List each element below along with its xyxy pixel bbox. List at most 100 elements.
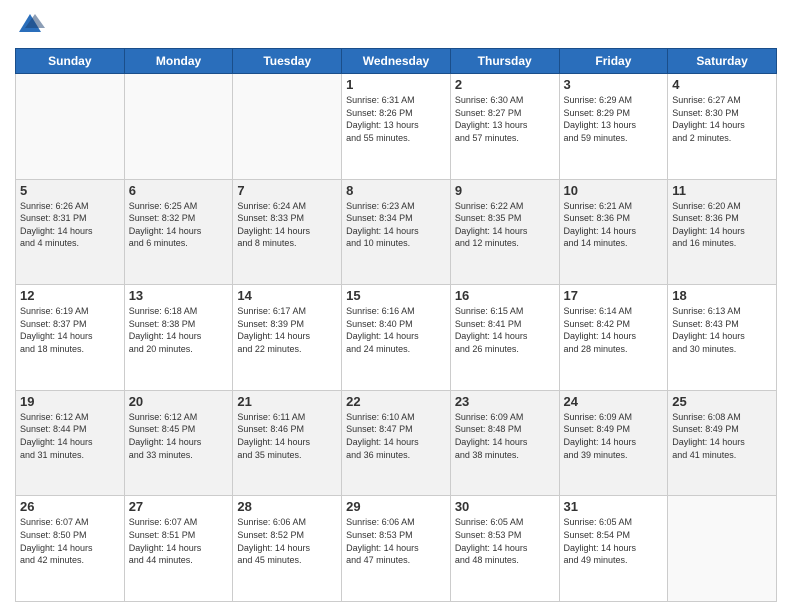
day-info: Sunrise: 6:09 AM Sunset: 8:48 PM Dayligh… (455, 411, 555, 461)
day-number: 4 (672, 77, 772, 92)
table-row: 4 Sunrise: 6:27 AM Sunset: 8:30 PM Daylig… (668, 74, 777, 180)
day-number: 20 (129, 394, 229, 409)
day-number: 14 (237, 288, 337, 303)
table-row: 30 Sunrise: 6:05 AM Sunset: 8:53 PM Dayli… (450, 496, 559, 602)
table-row: 25 Sunrise: 6:08 AM Sunset: 8:49 PM Dayli… (668, 390, 777, 496)
day-number: 28 (237, 499, 337, 514)
day-info: Sunrise: 6:26 AM Sunset: 8:31 PM Dayligh… (20, 200, 120, 250)
day-number: 18 (672, 288, 772, 303)
day-info: Sunrise: 6:07 AM Sunset: 8:51 PM Dayligh… (129, 516, 229, 566)
table-row: 26 Sunrise: 6:07 AM Sunset: 8:50 PM Dayli… (16, 496, 125, 602)
day-number: 21 (237, 394, 337, 409)
table-row: 18 Sunrise: 6:13 AM Sunset: 8:43 PM Dayli… (668, 285, 777, 391)
day-info: Sunrise: 6:08 AM Sunset: 8:49 PM Dayligh… (672, 411, 772, 461)
day-info: Sunrise: 6:05 AM Sunset: 8:53 PM Dayligh… (455, 516, 555, 566)
day-info: Sunrise: 6:29 AM Sunset: 8:29 PM Dayligh… (564, 94, 664, 144)
calendar-table: Sunday Monday Tuesday Wednesday Thursday… (15, 48, 777, 602)
logo (15, 10, 49, 40)
day-info: Sunrise: 6:12 AM Sunset: 8:44 PM Dayligh… (20, 411, 120, 461)
day-info: Sunrise: 6:17 AM Sunset: 8:39 PM Dayligh… (237, 305, 337, 355)
table-row: 2 Sunrise: 6:30 AM Sunset: 8:27 PM Daylig… (450, 74, 559, 180)
table-row: 23 Sunrise: 6:09 AM Sunset: 8:48 PM Dayli… (450, 390, 559, 496)
day-number: 27 (129, 499, 229, 514)
day-info: Sunrise: 6:24 AM Sunset: 8:33 PM Dayligh… (237, 200, 337, 250)
calendar-week-row: 12 Sunrise: 6:19 AM Sunset: 8:37 PM Dayli… (16, 285, 777, 391)
table-row (124, 74, 233, 180)
table-row: 10Sunrise: 6:21 AM Sunset: 8:36 PM Dayli… (559, 179, 668, 285)
header-thursday: Thursday (450, 49, 559, 74)
day-info: Sunrise: 6:27 AM Sunset: 8:30 PM Dayligh… (672, 94, 772, 144)
header-tuesday: Tuesday (233, 49, 342, 74)
table-row: 16Sunrise: 6:15 AM Sunset: 8:41 PM Dayli… (450, 285, 559, 391)
day-info: Sunrise: 6:12 AM Sunset: 8:45 PM Dayligh… (129, 411, 229, 461)
day-number: 15 (346, 288, 446, 303)
day-number: 24 (564, 394, 664, 409)
day-number: 5 (20, 183, 120, 198)
table-row: 14 Sunrise: 6:17 AM Sunset: 8:39 PM Dayli… (233, 285, 342, 391)
day-number: 17 (564, 288, 664, 303)
weekday-header-row: Sunday Monday Tuesday Wednesday Thursday… (16, 49, 777, 74)
table-row: 17 Sunrise: 6:14 AM Sunset: 8:42 PM Dayli… (559, 285, 668, 391)
day-info: Sunrise: 6:13 AM Sunset: 8:43 PM Dayligh… (672, 305, 772, 355)
table-row (16, 74, 125, 180)
table-row: 24Sunrise: 6:09 AM Sunset: 8:49 PM Dayli… (559, 390, 668, 496)
day-info: Sunrise: 6:31 AM Sunset: 8:26 PM Dayligh… (346, 94, 446, 144)
day-info: Sunrise: 6:19 AM Sunset: 8:37 PM Dayligh… (20, 305, 120, 355)
table-row: 15Sunrise: 6:16 AM Sunset: 8:40 PM Dayli… (342, 285, 451, 391)
day-number: 10 (564, 183, 664, 198)
day-number: 1 (346, 77, 446, 92)
table-row: 28 Sunrise: 6:06 AM Sunset: 8:52 PM Dayli… (233, 496, 342, 602)
table-row: 6 Sunrise: 6:25 AM Sunset: 8:32 PM Daylig… (124, 179, 233, 285)
table-row: 5 Sunrise: 6:26 AM Sunset: 8:31 PM Daylig… (16, 179, 125, 285)
header-wednesday: Wednesday (342, 49, 451, 74)
table-row: 3Sunrise: 6:29 AM Sunset: 8:29 PM Daylig… (559, 74, 668, 180)
day-info: Sunrise: 6:06 AM Sunset: 8:52 PM Dayligh… (237, 516, 337, 566)
day-info: Sunrise: 6:23 AM Sunset: 8:34 PM Dayligh… (346, 200, 446, 250)
header-saturday: Saturday (668, 49, 777, 74)
page: Sunday Monday Tuesday Wednesday Thursday… (0, 0, 792, 612)
table-row: 1 Sunrise: 6:31 AM Sunset: 8:26 PM Daylig… (342, 74, 451, 180)
day-number: 12 (20, 288, 120, 303)
day-info: Sunrise: 6:07 AM Sunset: 8:50 PM Dayligh… (20, 516, 120, 566)
day-number: 8 (346, 183, 446, 198)
day-number: 23 (455, 394, 555, 409)
day-number: 2 (455, 77, 555, 92)
calendar-week-row: 1 Sunrise: 6:31 AM Sunset: 8:26 PM Daylig… (16, 74, 777, 180)
table-row: 21 Sunrise: 6:11 AM Sunset: 8:46 PM Dayli… (233, 390, 342, 496)
table-row (668, 496, 777, 602)
table-row: 9 Sunrise: 6:22 AM Sunset: 8:35 PM Daylig… (450, 179, 559, 285)
day-number: 31 (564, 499, 664, 514)
day-info: Sunrise: 6:22 AM Sunset: 8:35 PM Dayligh… (455, 200, 555, 250)
day-number: 30 (455, 499, 555, 514)
day-info: Sunrise: 6:25 AM Sunset: 8:32 PM Dayligh… (129, 200, 229, 250)
day-number: 25 (672, 394, 772, 409)
table-row (233, 74, 342, 180)
logo-icon (15, 10, 45, 40)
day-number: 11 (672, 183, 772, 198)
day-info: Sunrise: 6:20 AM Sunset: 8:36 PM Dayligh… (672, 200, 772, 250)
day-info: Sunrise: 6:05 AM Sunset: 8:54 PM Dayligh… (564, 516, 664, 566)
day-number: 22 (346, 394, 446, 409)
calendar-week-row: 5 Sunrise: 6:26 AM Sunset: 8:31 PM Daylig… (16, 179, 777, 285)
table-row: 8 Sunrise: 6:23 AM Sunset: 8:34 PM Daylig… (342, 179, 451, 285)
day-number: 19 (20, 394, 120, 409)
day-info: Sunrise: 6:11 AM Sunset: 8:46 PM Dayligh… (237, 411, 337, 461)
table-row: 22 Sunrise: 6:10 AM Sunset: 8:47 PM Dayli… (342, 390, 451, 496)
header (15, 10, 777, 40)
table-row: 7 Sunrise: 6:24 AM Sunset: 8:33 PM Daylig… (233, 179, 342, 285)
day-number: 7 (237, 183, 337, 198)
calendar-week-row: 26 Sunrise: 6:07 AM Sunset: 8:50 PM Dayli… (16, 496, 777, 602)
day-info: Sunrise: 6:10 AM Sunset: 8:47 PM Dayligh… (346, 411, 446, 461)
day-number: 6 (129, 183, 229, 198)
table-row: 12 Sunrise: 6:19 AM Sunset: 8:37 PM Dayli… (16, 285, 125, 391)
day-info: Sunrise: 6:30 AM Sunset: 8:27 PM Dayligh… (455, 94, 555, 144)
day-number: 9 (455, 183, 555, 198)
day-number: 16 (455, 288, 555, 303)
header-sunday: Sunday (16, 49, 125, 74)
table-row: 20 Sunrise: 6:12 AM Sunset: 8:45 PM Dayli… (124, 390, 233, 496)
table-row: 13Sunrise: 6:18 AM Sunset: 8:38 PM Dayli… (124, 285, 233, 391)
day-info: Sunrise: 6:14 AM Sunset: 8:42 PM Dayligh… (564, 305, 664, 355)
day-info: Sunrise: 6:18 AM Sunset: 8:38 PM Dayligh… (129, 305, 229, 355)
day-number: 26 (20, 499, 120, 514)
day-number: 29 (346, 499, 446, 514)
